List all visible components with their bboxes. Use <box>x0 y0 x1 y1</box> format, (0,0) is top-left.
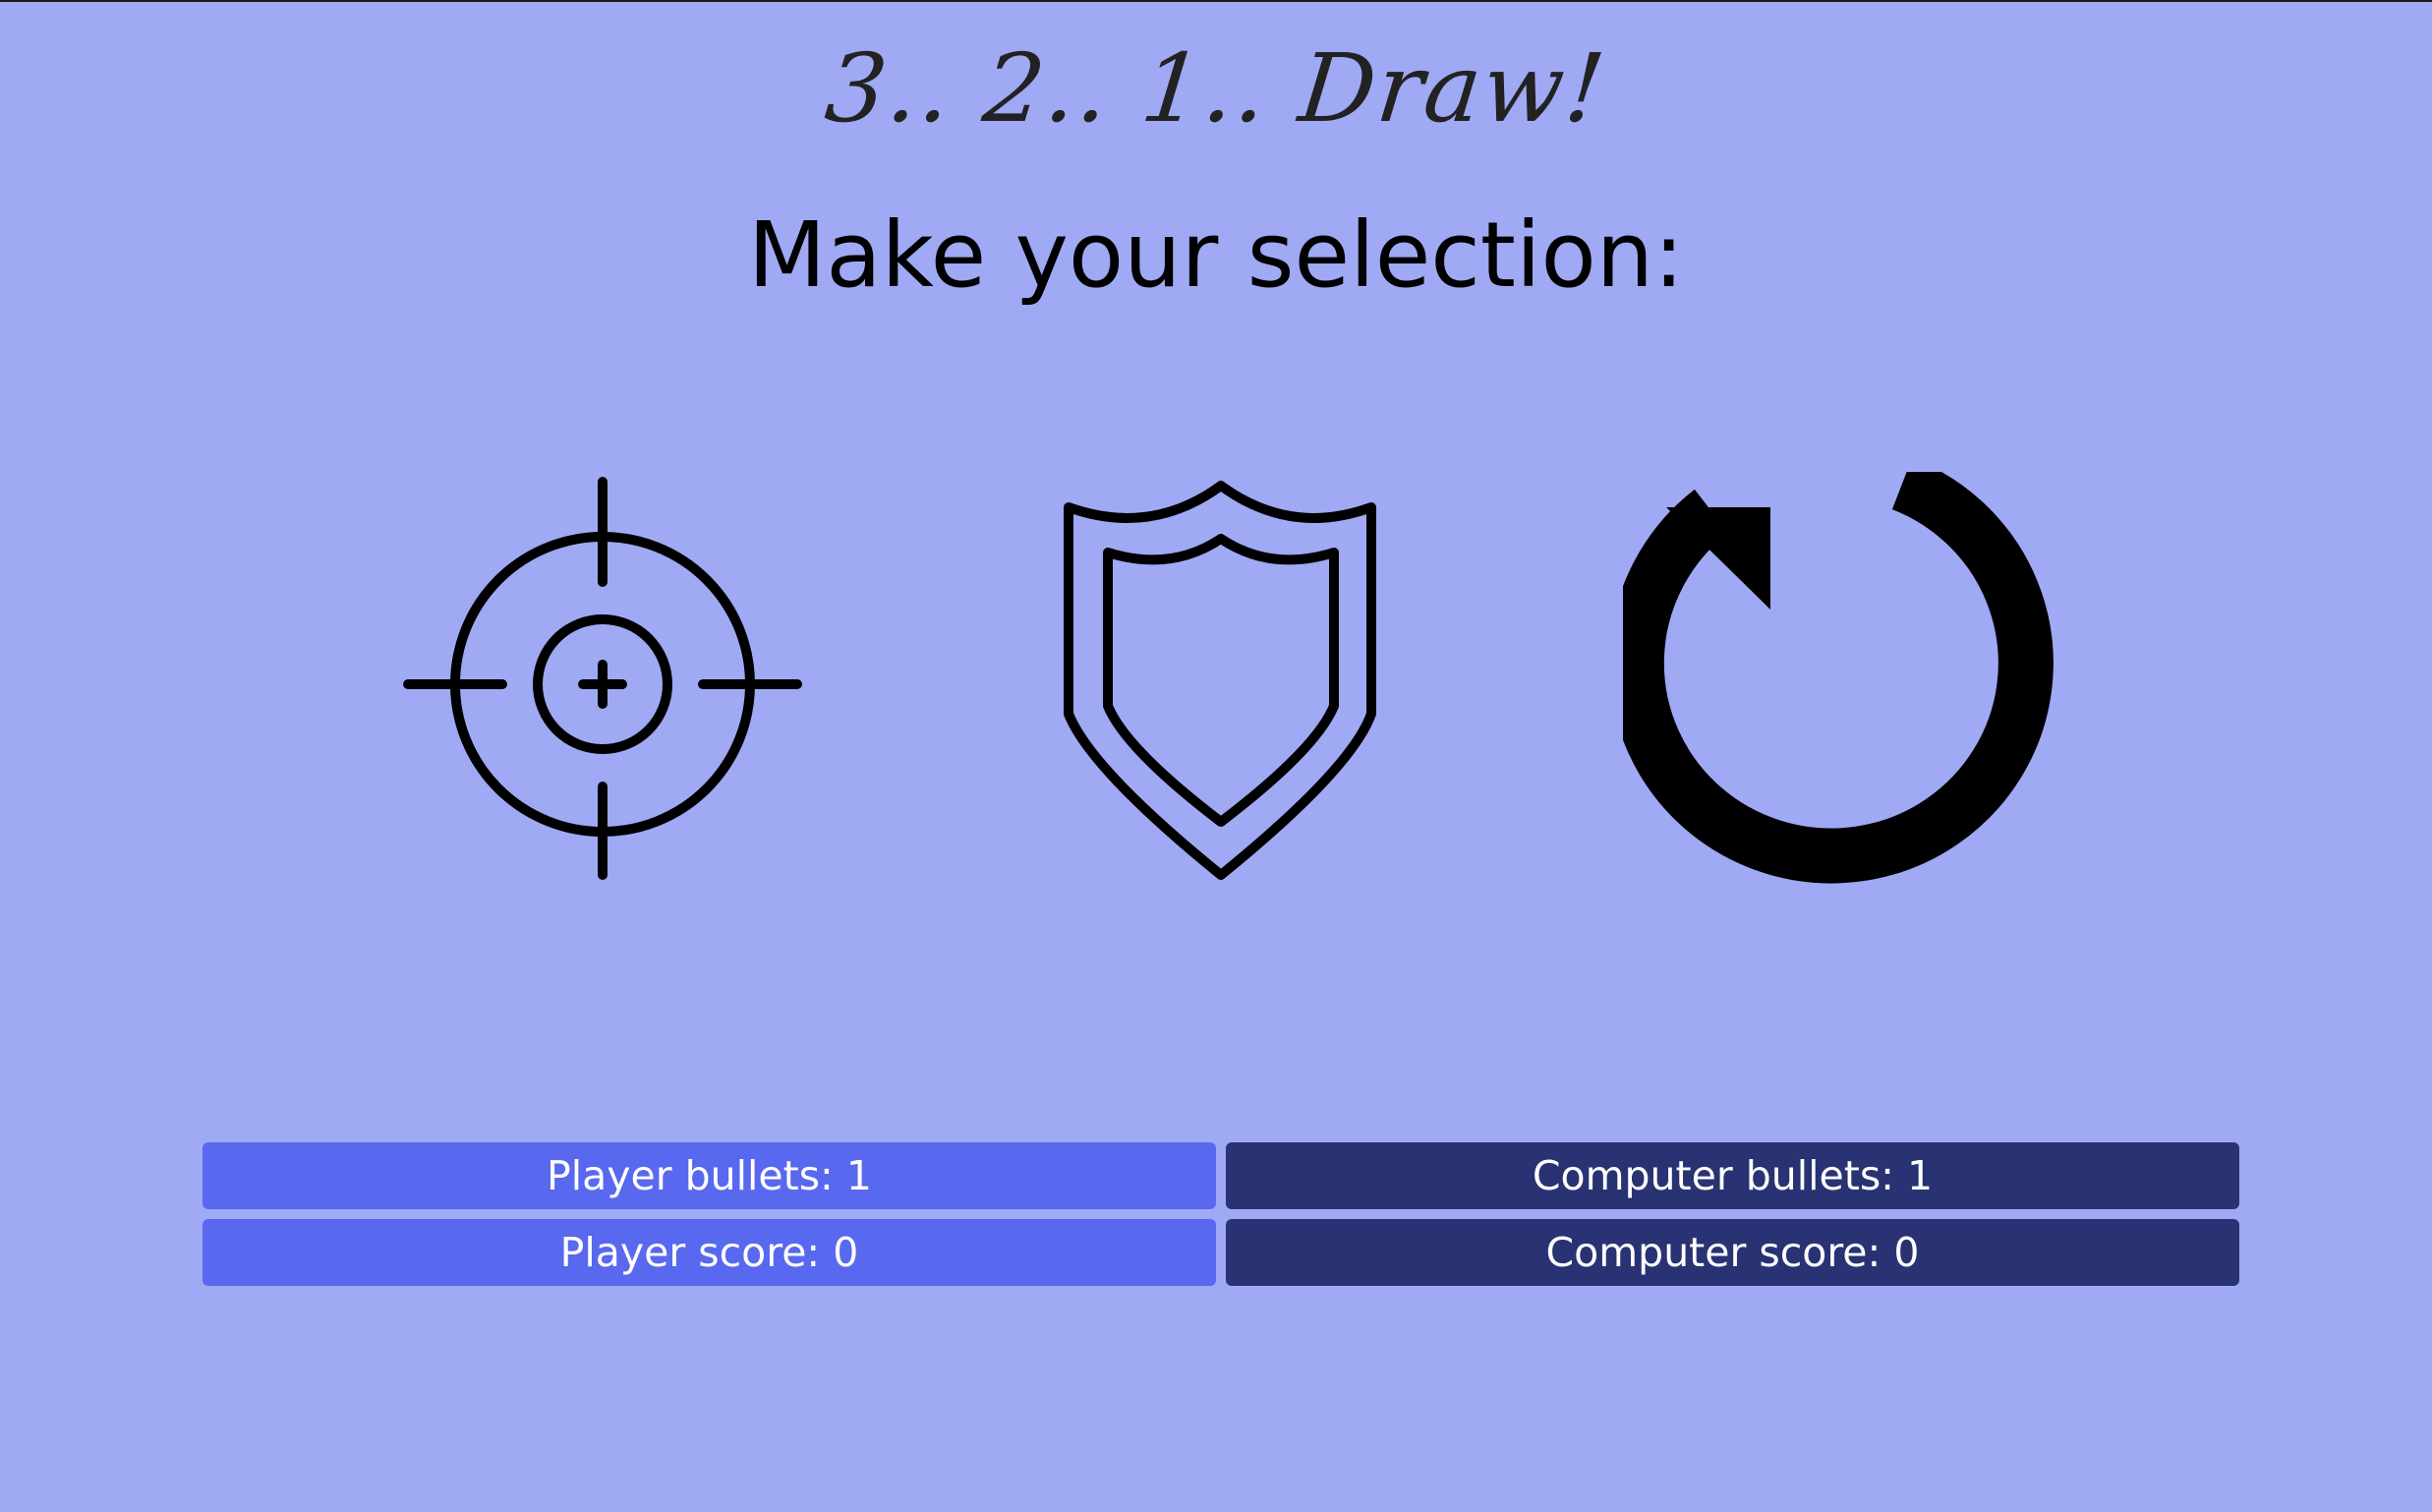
reload-button[interactable] <box>1623 472 2056 904</box>
crosshair-icon <box>403 477 802 880</box>
game-logo: 3.. 2.. 1.. Draw! <box>820 33 1612 144</box>
player-score: Player score: 0 <box>203 1219 1216 1286</box>
stats-panel: Player bullets: 1 Computer bullets: 1 Pl… <box>203 1142 2239 1296</box>
shoot-button[interactable] <box>386 472 819 904</box>
selection-prompt: Make your selection: <box>747 203 1685 308</box>
top-border <box>0 0 2432 2</box>
choice-row <box>0 472 2432 904</box>
player-bullets: Player bullets: 1 <box>203 1142 1216 1209</box>
shield-icon <box>1064 481 1376 880</box>
computer-score: Computer score: 0 <box>1226 1219 2239 1286</box>
score-row: Player score: 0 Computer score: 0 <box>203 1219 2239 1286</box>
bullets-row: Player bullets: 1 Computer bullets: 1 <box>203 1142 2239 1209</box>
reload-icon <box>1623 472 2054 884</box>
computer-bullets: Computer bullets: 1 <box>1226 1142 2239 1209</box>
block-button[interactable] <box>1004 472 1436 904</box>
